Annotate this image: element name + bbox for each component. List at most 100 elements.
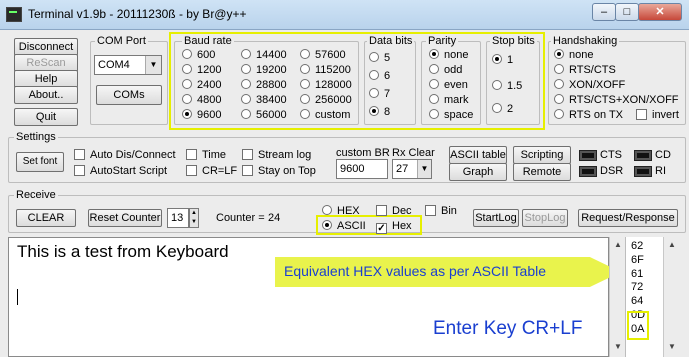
parity-radio-none[interactable]: none [429,49,468,61]
handshaking-radio-xon-xoff[interactable]: XON/XOFF [554,79,625,91]
baud-radio-4800[interactable]: 4800 [182,94,221,106]
quit-button[interactable]: Quit [14,108,78,126]
radio-circle[interactable] [554,94,564,104]
handshaking-radio-none[interactable]: none [554,49,593,61]
radio-circle[interactable] [492,80,502,90]
radio-circle[interactable] [429,109,439,119]
radio-circle[interactable] [300,49,310,59]
clear-button[interactable]: CLEAR [16,209,76,227]
scripting-button[interactable]: Scripting [513,146,571,164]
radio-circle[interactable] [241,109,251,119]
parity-radio-space[interactable]: space [429,109,473,121]
scroll-up-icon[interactable]: ▲ [610,237,626,253]
radio-circle[interactable] [241,94,251,104]
checkbox-box[interactable] [425,205,436,216]
set-font-button[interactable]: Set font [16,152,64,172]
radio-circle[interactable] [554,109,564,119]
stop-bits-radio-1-5[interactable]: 1.5 [492,80,522,92]
close-button[interactable]: ✕ [638,3,682,21]
baud-radio-2400[interactable]: 2400 [182,79,221,91]
parity-radio-odd[interactable]: odd [429,64,462,76]
radio-circle[interactable] [554,64,564,74]
radio-circle[interactable] [429,79,439,89]
baud-radio-14400[interactable]: 14400 [241,49,287,61]
radio-circle[interactable] [241,49,251,59]
auto-dis-connect-checkbox[interactable]: Auto Dis/Connect [74,149,176,161]
radio-circle[interactable] [300,64,310,74]
time-checkbox[interactable]: Time [186,149,226,161]
radio-circle[interactable] [322,205,332,215]
baud-radio-600[interactable]: 600 [182,49,215,61]
handshaking-radio-rts-on-tx[interactable]: RTS on TX [554,109,623,121]
checkbox-box[interactable] [242,165,253,176]
baud-radio-256000[interactable]: 256000 [300,94,352,106]
radio-circle[interactable] [300,109,310,119]
receive-terminal[interactable]: This is a test from Keyboard Equivalent … [8,237,621,357]
coms-button[interactable]: COMs [96,85,162,105]
baud-radio-9600[interactable]: 9600 [182,109,221,121]
checkbox-box[interactable] [74,165,85,176]
radio-circle[interactable] [554,49,564,59]
terminal-scrollbar[interactable]: ▲ ▼ [609,237,625,357]
dec-checkbox[interactable]: Dec [376,205,412,217]
stay-on-top-checkbox[interactable]: Stay on Top [242,165,316,177]
baud-radio-1200[interactable]: 1200 [182,64,221,76]
parity-radio-mark[interactable]: mark [429,94,468,106]
reset-counter-button[interactable]: Reset Counter [88,209,162,227]
baud-radio-57600[interactable]: 57600 [300,49,346,61]
chevron-down-icon[interactable]: ▼ [417,160,431,178]
radio-circle[interactable] [369,88,379,98]
custom-br-input[interactable]: 9600 [336,159,388,179]
radio-circle[interactable] [492,103,502,113]
stop-bits-radio-2[interactable]: 2 [492,103,513,115]
remote-button[interactable]: Remote [513,163,571,181]
baud-radio-56000[interactable]: 56000 [241,109,287,121]
scroll-down-icon[interactable]: ▼ [664,339,680,355]
radio-circle[interactable] [429,49,439,59]
baud-radio-115200[interactable]: 115200 [300,64,351,76]
radio-circle[interactable] [182,109,192,119]
baud-radio-38400[interactable]: 38400 [241,94,287,106]
radio-circle[interactable] [492,54,502,64]
checkbox-box[interactable] [74,149,85,160]
hex-scrollbar[interactable]: ▲ ▼ [663,237,679,357]
request-response-button[interactable]: Request/Response [578,209,678,227]
data-bits-radio-6[interactable]: 6 [369,70,390,82]
stop-bits-radio-1[interactable]: 1 [492,54,513,66]
radio-circle[interactable] [300,79,310,89]
startlog-button[interactable]: StartLog [473,209,519,227]
baud-radio-custom[interactable]: custom [300,109,350,121]
radio-circle[interactable] [182,94,192,104]
spinner-arrows-icon[interactable]: ▲ ▼ [189,208,199,228]
radio-circle[interactable] [182,79,192,89]
rx-clear-input[interactable]: 27 ▼ [392,159,432,179]
radio-circle[interactable] [429,64,439,74]
radio-circle[interactable] [182,64,192,74]
data-bits-radio-8[interactable]: 8 [369,106,390,118]
bin-checkbox[interactable]: Bin [425,205,457,217]
checkbox-box[interactable] [186,149,197,160]
radio-circle[interactable] [241,79,251,89]
checkbox-box[interactable] [376,205,387,216]
maximize-button[interactable]: □ [615,3,639,21]
graph-button[interactable]: Graph [449,163,507,181]
stoplog-button[interactable]: StopLog [522,209,568,227]
counter-spin[interactable]: 13 [167,208,189,228]
radio-circle[interactable] [300,94,310,104]
stream-log-checkbox[interactable]: Stream log [242,149,311,161]
baud-radio-128000[interactable]: 128000 [300,79,352,91]
about-button[interactable]: About.. [14,86,78,104]
checkbox-box[interactable] [186,165,197,176]
radio-circle[interactable] [322,220,332,230]
radio-circle[interactable] [554,79,564,89]
scroll-down-icon[interactable]: ▼ [610,339,626,355]
autostart-script-checkbox[interactable]: AutoStart Script [74,165,167,177]
parity-radio-even[interactable]: even [429,79,468,91]
com-port-select[interactable]: COM4 ▼ [94,55,162,75]
checkbox-box[interactable] [636,109,647,120]
radio-circle[interactable] [182,49,192,59]
radio-circle[interactable] [369,70,379,80]
invert-checkbox[interactable]: invert [636,109,679,121]
checkbox-box[interactable] [242,149,253,160]
radio-circle[interactable] [429,94,439,104]
